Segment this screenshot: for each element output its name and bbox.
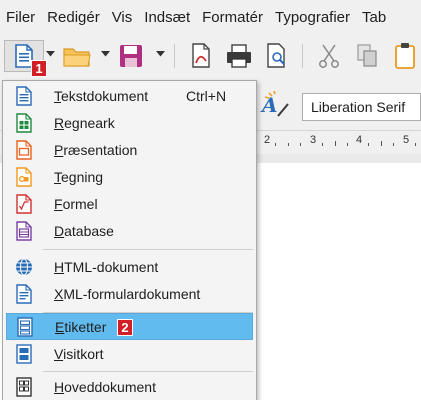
xml-form-icon (16, 284, 32, 304)
ruler-number: 3 (310, 134, 317, 146)
step-badge-1: 1 (31, 60, 47, 77)
menu-item-drawing[interactable]: Tegning (6, 164, 253, 191)
business-cards-icon (16, 344, 32, 364)
menu-item-label: Præsentation (54, 142, 138, 158)
menu-item-label: Tegning (54, 169, 104, 185)
save-dropdown-arrow[interactable] (155, 48, 165, 60)
menu-item-database[interactable]: Database (6, 218, 253, 245)
ruler-number: 4 (356, 134, 363, 146)
menu-separator (43, 249, 253, 250)
new-document-menu: Tekstdokument Ctrl+N Regneark Præsentati… (2, 80, 257, 400)
ruler-tick (335, 141, 336, 146)
copy-button[interactable] (350, 40, 384, 72)
style-paintbrush-icon: A (260, 90, 289, 117)
menu-item-label: Formel (54, 196, 98, 212)
menu-item-formula[interactable]: Formel (6, 191, 253, 218)
menu-bar: Filer Redigér Vis Indsæt Formatér Typogr… (0, 0, 421, 34)
menu-item-html-document[interactable]: HTML-dokument (6, 254, 253, 281)
menu-formater[interactable]: Formatér (196, 9, 269, 26)
open-dropdown-arrow[interactable] (100, 48, 110, 60)
menu-item-label: XML-formulardokument (54, 286, 201, 302)
menu-item-label: Hoveddokument (54, 379, 156, 395)
font-name-box[interactable]: Liberation Serif (302, 93, 421, 121)
pdf-export-icon (192, 43, 210, 68)
print-preview-icon (267, 43, 285, 68)
menu-item-xml-form-document[interactable]: XML-formulardokument (6, 281, 253, 308)
presentation-icon (16, 140, 32, 160)
scissors-icon (319, 44, 339, 68)
printer-icon (227, 44, 251, 68)
ruler-tick (300, 143, 301, 146)
ruler-tick (347, 143, 348, 146)
export-pdf-button[interactable] (184, 40, 218, 72)
copy-icon (357, 44, 377, 67)
new-document-dropdown-arrow[interactable] (45, 48, 55, 60)
chevron-down-icon (100, 51, 110, 57)
character-style-button[interactable]: A (258, 90, 290, 122)
menu-item-master-document[interactable]: Hoveddokument (6, 374, 253, 400)
menu-indsaet[interactable]: Indsæt (138, 9, 196, 26)
master-document-icon (16, 377, 32, 397)
writer-document-icon (16, 86, 32, 106)
menu-item-label: Tekstdokument (54, 88, 149, 104)
ruler-tick (368, 143, 369, 146)
spreadsheet-icon (16, 113, 32, 133)
menu-separator (43, 371, 253, 372)
menu-typografier[interactable]: Typografier (269, 9, 356, 26)
save-button[interactable] (114, 40, 148, 72)
toolbar-separator (302, 44, 303, 68)
formula-icon (16, 194, 32, 214)
cut-button[interactable] (312, 40, 346, 72)
chevron-down-icon (45, 51, 55, 57)
globe-icon (16, 258, 32, 276)
drawing-icon (16, 167, 32, 187)
menu-tabel[interactable]: Tab (356, 9, 392, 26)
ruler-tick (393, 143, 394, 146)
database-icon (16, 221, 32, 241)
save-icon (120, 45, 142, 67)
menu-rediger[interactable]: Redigér (41, 9, 106, 26)
clipboard-icon (395, 43, 415, 69)
ruler-number: 2 (264, 134, 271, 146)
menu-vis[interactable]: Vis (106, 9, 139, 26)
menu-item-label: Regneark (54, 115, 115, 131)
standard-toolbar (0, 34, 421, 80)
print-preview-button[interactable] (260, 40, 294, 72)
menu-item-presentation[interactable]: Præsentation (6, 137, 253, 164)
folder-icon (63, 48, 91, 67)
shortcut-label: Ctrl+N (186, 88, 227, 104)
menu-item-label: Visitkort (54, 346, 104, 362)
menu-item-text-document[interactable]: Tekstdokument Ctrl+N (6, 83, 253, 110)
menu-filer[interactable]: Filer (0, 9, 41, 26)
step-badge-2: 2 (117, 319, 133, 336)
labels-icon (17, 317, 33, 337)
svg-text:A: A (260, 93, 278, 117)
ruler-tick (381, 141, 382, 146)
print-button[interactable] (222, 40, 256, 72)
ruler-tick (415, 143, 416, 146)
menu-item-label: Database (54, 223, 114, 239)
paste-button[interactable] (390, 40, 421, 72)
menu-item-business-cards[interactable]: Visitkort (6, 341, 253, 368)
ruler-number: 5 (403, 134, 410, 146)
chevron-down-icon (155, 51, 165, 57)
menu-item-label: Etiketter (55, 319, 107, 335)
toolbar-separator (174, 44, 175, 68)
menu-item-label: HTML-dokument (54, 259, 159, 275)
ruler-tick (275, 143, 276, 146)
menu-item-spreadsheet[interactable]: Regneark (6, 110, 253, 137)
ruler-tick (322, 143, 323, 146)
open-button[interactable] (60, 40, 94, 72)
menu-item-labels[interactable]: Etiketter 2 (6, 313, 253, 340)
ruler-tick (288, 143, 289, 146)
